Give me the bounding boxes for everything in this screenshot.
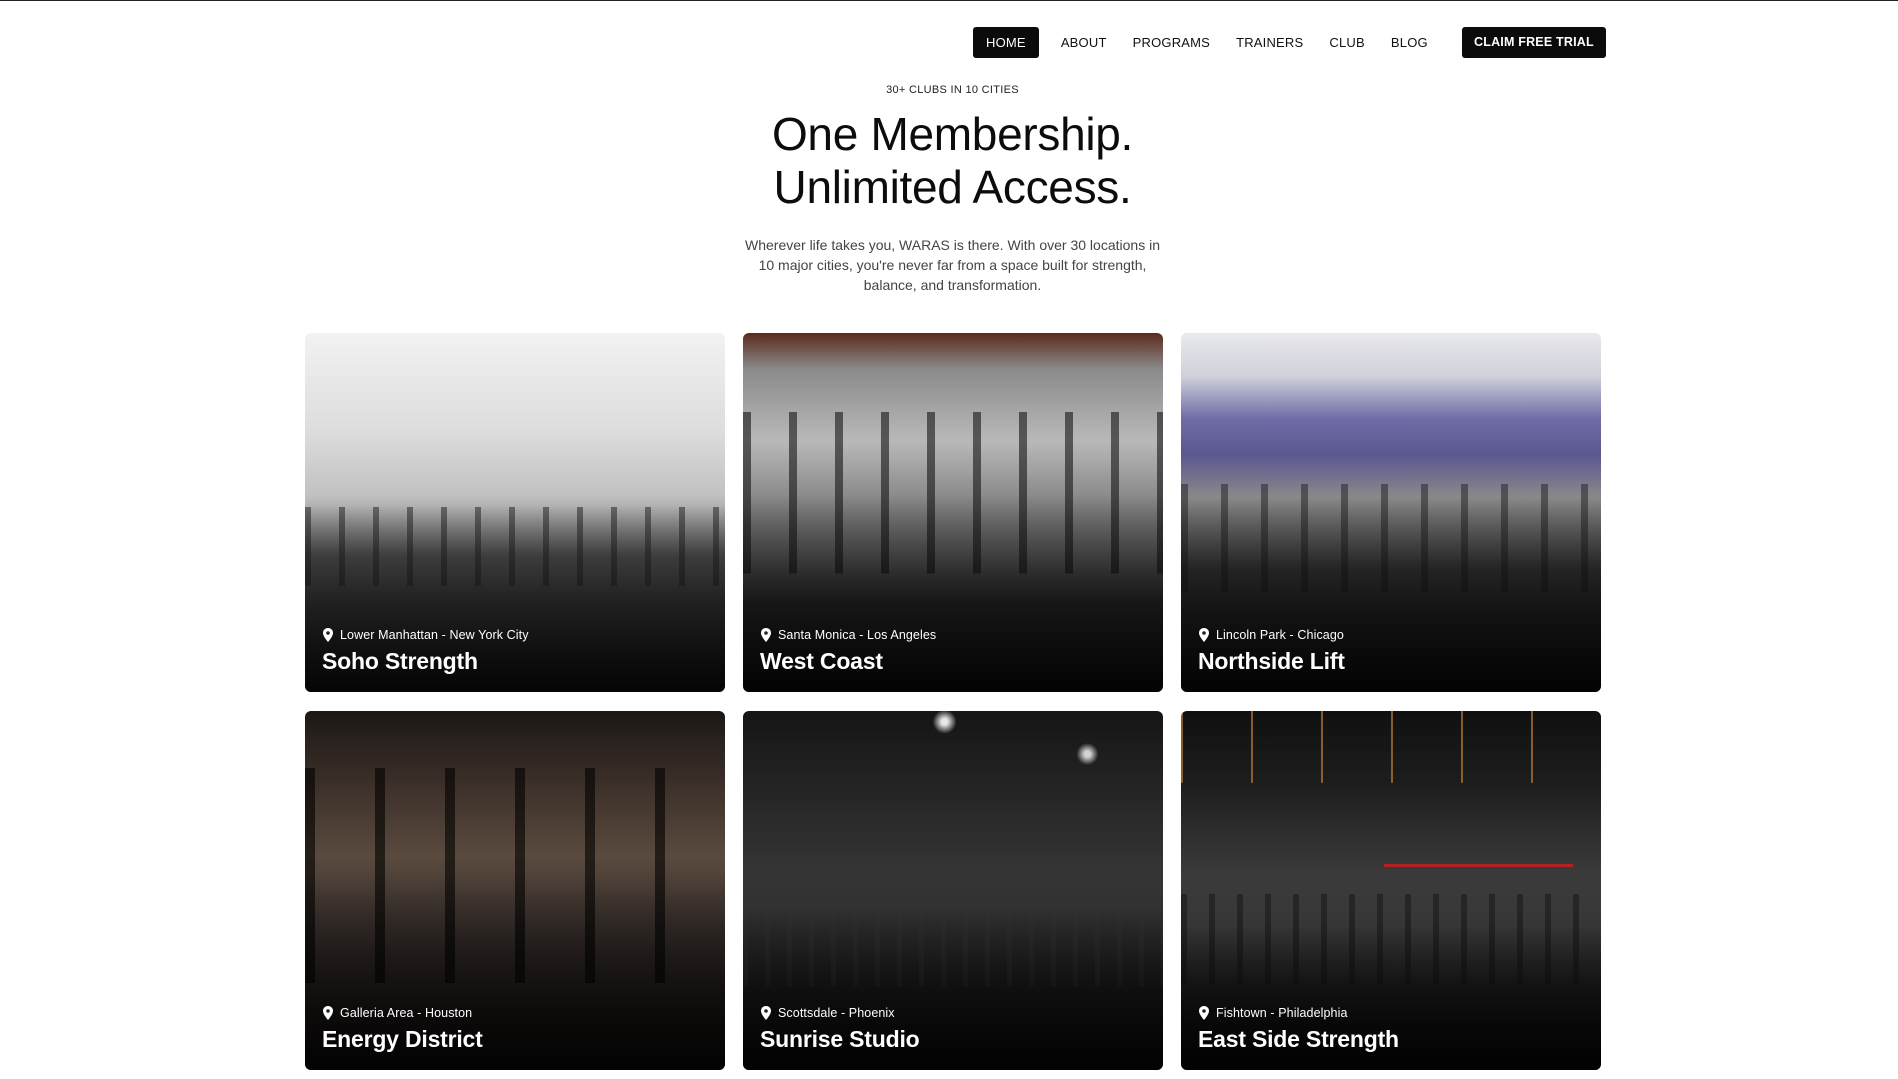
club-name: Soho Strength bbox=[322, 648, 478, 674]
map-pin-icon bbox=[323, 1006, 333, 1020]
map-pin-icon bbox=[323, 628, 333, 642]
club-card[interactable]: Fishtown - Philadelphia East Side Streng… bbox=[1181, 711, 1601, 1070]
nav-item-home[interactable]: HOME bbox=[973, 27, 1039, 58]
hero-section: 30+ CLUBS IN 10 CITIES One Membership. U… bbox=[0, 84, 1898, 295]
club-card[interactable]: Lincoln Park - Chicago Northside Lift bbox=[1181, 333, 1601, 692]
hero-headline: One Membership. Unlimited Access. bbox=[0, 108, 1898, 214]
map-pin-icon bbox=[1199, 1006, 1209, 1020]
club-card[interactable]: Santa Monica - Los Angeles West Coast bbox=[743, 333, 1163, 692]
claim-free-trial-button[interactable]: CLAIM FREE TRIAL bbox=[1462, 27, 1606, 58]
club-location: Galleria Area - Houston bbox=[340, 1006, 473, 1020]
club-location: Scottsdale - Phoenix bbox=[778, 1006, 895, 1020]
top-divider bbox=[0, 0, 1898, 1]
club-card[interactable]: Lower Manhattan - New York City Soho Str… bbox=[305, 333, 725, 692]
club-name: Energy District bbox=[322, 1026, 483, 1052]
map-pin-icon bbox=[761, 628, 771, 642]
club-name: Northside Lift bbox=[1198, 648, 1345, 674]
main-nav: HOME ABOUT PROGRAMS TRAINERS CLUB BLOG bbox=[973, 27, 1441, 58]
club-name: West Coast bbox=[760, 648, 883, 674]
club-name: Sunrise Studio bbox=[760, 1026, 920, 1052]
club-location: Lower Manhattan - New York City bbox=[340, 628, 529, 642]
nav-item-trainers[interactable]: TRAINERS bbox=[1223, 27, 1316, 58]
nav-item-about[interactable]: ABOUT bbox=[1048, 27, 1120, 58]
headline-line-1: One Membership. bbox=[771, 108, 1134, 160]
nav-item-club[interactable]: CLUB bbox=[1316, 27, 1377, 58]
club-location: Lincoln Park - Chicago bbox=[1216, 628, 1344, 642]
nav-item-programs[interactable]: PROGRAMS bbox=[1120, 27, 1223, 58]
clubs-grid: Lower Manhattan - New York City Soho Str… bbox=[305, 333, 1601, 1070]
headline-line-2: Unlimited Access. bbox=[773, 161, 1132, 213]
map-pin-icon bbox=[761, 1006, 771, 1020]
hero-eyebrow: 30+ CLUBS IN 10 CITIES bbox=[886, 84, 1019, 96]
club-location: Santa Monica - Los Angeles bbox=[778, 628, 937, 642]
hero-description: Wherever life takes you, WARAS is there.… bbox=[745, 237, 1160, 293]
club-location: Fishtown - Philadelphia bbox=[1216, 1006, 1348, 1020]
map-pin-icon bbox=[1199, 628, 1209, 642]
club-card[interactable]: Galleria Area - Houston Energy District bbox=[305, 711, 725, 1070]
club-card[interactable]: Scottsdale - Phoenix Sunrise Studio bbox=[743, 711, 1163, 1070]
nav-item-blog[interactable]: BLOG bbox=[1378, 27, 1441, 58]
club-name: East Side Strength bbox=[1198, 1026, 1399, 1052]
